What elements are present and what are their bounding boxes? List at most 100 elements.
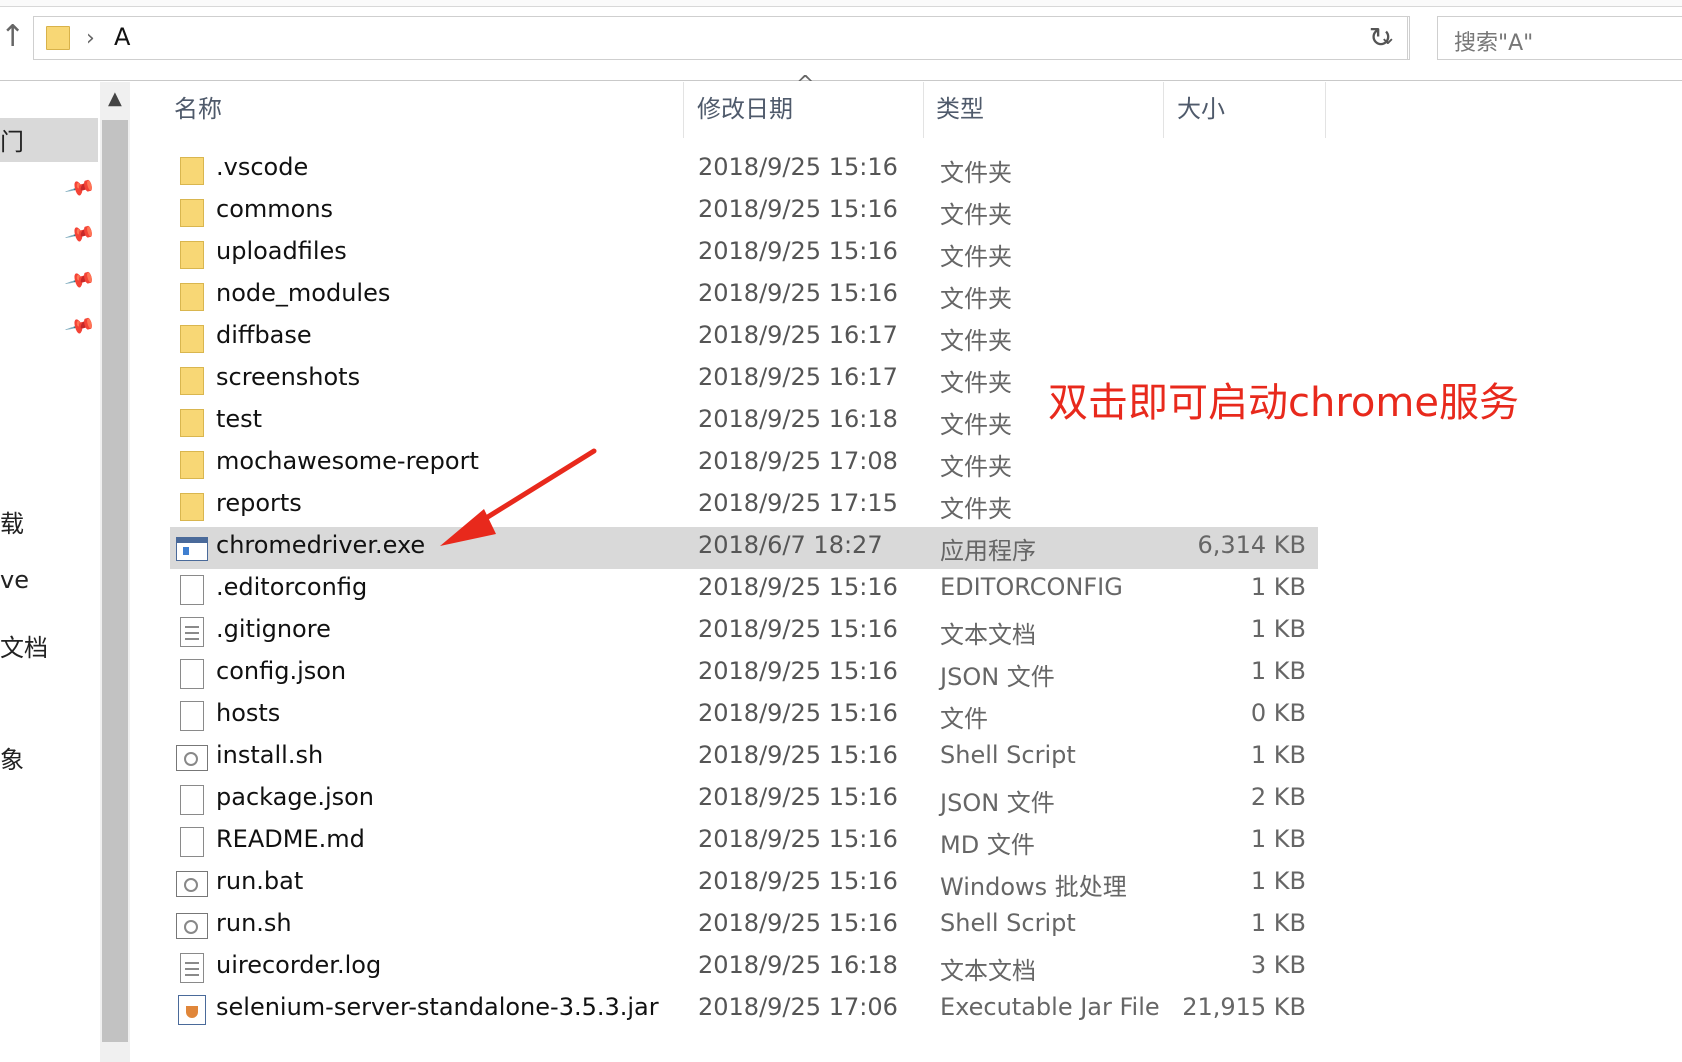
file-type: 文本文档 bbox=[940, 621, 1036, 649]
file-row[interactable]: mochawesome-report 2018/9/25 17:08 文件夹 bbox=[170, 443, 1318, 485]
file-type: 文件 bbox=[940, 705, 988, 733]
file-name: README.md bbox=[216, 825, 365, 853]
file-date: 2018/9/25 15:16 bbox=[698, 195, 898, 223]
up-arrow-icon[interactable]: ↑ bbox=[0, 22, 25, 52]
file-type: JSON 文件 bbox=[940, 789, 1055, 817]
nav-item-label[interactable]: 载 bbox=[0, 504, 24, 539]
file-date: 2018/9/25 15:16 bbox=[698, 657, 898, 685]
file-type: Shell Script bbox=[940, 909, 1076, 937]
file-row[interactable]: hosts 2018/9/25 15:16 文件 0 KB bbox=[170, 695, 1318, 737]
file-name: selenium-server-standalone-3.5.3.jar bbox=[216, 993, 659, 1021]
column-divider[interactable] bbox=[1325, 82, 1326, 138]
file-row[interactable]: .gitignore 2018/9/25 15:16 文本文档 1 KB bbox=[170, 611, 1318, 653]
file-type: Windows 批处理 bbox=[940, 873, 1127, 901]
file-row[interactable]: README.md 2018/9/25 15:16 MD 文件 1 KB bbox=[170, 821, 1318, 863]
file-type: 应用程序 bbox=[940, 537, 1036, 565]
file-type: EDITORCONFIG bbox=[940, 573, 1123, 601]
file-icon bbox=[180, 827, 204, 857]
file-row[interactable]: reports 2018/9/25 17:15 文件夹 bbox=[170, 485, 1318, 527]
nav-item-label[interactable]: ve bbox=[0, 566, 29, 594]
file-type: MD 文件 bbox=[940, 831, 1035, 859]
file-size: 1 KB bbox=[1250, 867, 1306, 895]
file-name: reports bbox=[216, 489, 302, 517]
script-icon bbox=[176, 745, 208, 771]
column-divider[interactable] bbox=[923, 82, 924, 138]
file-row[interactable]: run.sh 2018/9/25 15:16 Shell Script 1 KB bbox=[170, 905, 1318, 947]
breadcrumb-chevron-icon[interactable]: › bbox=[86, 26, 95, 51]
file-date: 2018/6/7 18:27 bbox=[698, 531, 883, 559]
file-row[interactable]: diffbase 2018/9/25 16:17 文件夹 bbox=[170, 317, 1318, 359]
file-name: test bbox=[216, 405, 263, 433]
file-date: 2018/9/25 15:16 bbox=[698, 615, 898, 643]
file-row[interactable]: selenium-server-standalone-3.5.3.jar 2018… bbox=[170, 989, 1318, 1031]
file-type: 文件夹 bbox=[940, 495, 1012, 523]
column-divider[interactable] bbox=[1163, 82, 1164, 138]
column-header-date[interactable]: 修改日期 bbox=[697, 93, 793, 137]
file-name: diffbase bbox=[216, 321, 312, 349]
toolbar-divider bbox=[0, 80, 1682, 81]
file-row[interactable]: uploadfiles 2018/9/25 15:16 文件夹 bbox=[170, 233, 1318, 275]
column-header-size[interactable]: 大小 bbox=[1177, 93, 1225, 137]
annotation-text: 双击即可启动chrome服务 bbox=[1048, 380, 1519, 426]
file-name: chromedriver.exe bbox=[216, 531, 426, 559]
folder-icon bbox=[180, 409, 204, 437]
window-top-edge bbox=[0, 0, 1682, 7]
file-type: 文件夹 bbox=[940, 285, 1012, 313]
file-row[interactable]: run.bat 2018/9/25 15:16 Windows 批处理 1 KB bbox=[170, 863, 1318, 905]
folder-icon bbox=[180, 325, 204, 353]
file-date: 2018/9/25 15:16 bbox=[698, 867, 898, 895]
file-date: 2018/9/25 16:17 bbox=[698, 321, 898, 349]
file-row[interactable]: .vscode 2018/9/25 15:16 文件夹 bbox=[170, 149, 1318, 191]
file-name: config.json bbox=[216, 657, 347, 685]
file-date: 2018/9/25 15:16 bbox=[698, 741, 898, 769]
file-size: 21,915 KB bbox=[1182, 993, 1306, 1021]
file-icon bbox=[180, 575, 204, 605]
file-date: 2018/9/25 15:16 bbox=[698, 279, 898, 307]
file-row[interactable]: .editorconfig 2018/9/25 15:16 EDITORCONFIG… bbox=[170, 569, 1318, 611]
nav-scrollbar[interactable]: ▲ bbox=[100, 82, 130, 1062]
file-date: 2018/9/25 15:16 bbox=[698, 783, 898, 811]
file-row[interactable]: chromedriver.exe 2018/6/7 18:27 应用程序 6,314 … bbox=[170, 527, 1318, 569]
column-header-name[interactable]: 名称 bbox=[174, 93, 222, 137]
file-type: 文件夹 bbox=[940, 243, 1012, 271]
file-size: 1 KB bbox=[1250, 573, 1306, 601]
file-icon bbox=[180, 701, 204, 731]
scrollbar-thumb[interactable] bbox=[102, 120, 128, 1042]
file-date: 2018/9/25 17:15 bbox=[698, 489, 898, 517]
file-name: install.sh bbox=[216, 741, 324, 769]
file-name: hosts bbox=[216, 699, 281, 727]
address-bar[interactable]: › A ⌄ bbox=[33, 16, 1408, 60]
folder-icon bbox=[180, 283, 204, 311]
nav-item-label[interactable]: 文档 bbox=[0, 628, 48, 663]
nav-item-label[interactable]: 象 bbox=[0, 740, 24, 775]
column-divider[interactable] bbox=[683, 82, 684, 138]
file-name: node_modules bbox=[216, 279, 391, 307]
breadcrumb-current-folder[interactable]: A bbox=[114, 23, 130, 51]
column-header-type[interactable]: 类型 bbox=[936, 93, 984, 137]
file-type: 文件夹 bbox=[940, 411, 1012, 439]
file-size: 1 KB bbox=[1250, 657, 1306, 685]
file-date: 2018/9/25 15:16 bbox=[698, 573, 898, 601]
file-row[interactable]: config.json 2018/9/25 15:16 JSON 文件 1 KB bbox=[170, 653, 1318, 695]
search-input[interactable]: 搜索"A" bbox=[1437, 16, 1682, 60]
file-name: .editorconfig bbox=[216, 573, 368, 601]
file-row[interactable]: install.sh 2018/9/25 15:16 Shell Script 1 K… bbox=[170, 737, 1318, 779]
file-size: 1 KB bbox=[1250, 741, 1306, 769]
file-name: .vscode bbox=[216, 153, 309, 181]
file-row[interactable]: package.json 2018/9/25 15:16 JSON 文件 2 KB bbox=[170, 779, 1318, 821]
file-type: 文件夹 bbox=[940, 453, 1012, 481]
file-type: 文件夹 bbox=[940, 369, 1012, 397]
file-name: commons bbox=[216, 195, 334, 223]
folder-icon bbox=[180, 451, 204, 479]
refresh-button[interactable]: ↻ bbox=[1352, 16, 1410, 60]
scroll-up-icon[interactable]: ▲ bbox=[108, 88, 122, 109]
file-row[interactable]: uirecorder.log 2018/9/25 16:18 文本文档 3 KB bbox=[170, 947, 1318, 989]
nav-item-label[interactable]: 门 bbox=[0, 122, 24, 157]
jar-icon bbox=[178, 995, 206, 1025]
file-row[interactable]: commons 2018/9/25 15:16 文件夹 bbox=[170, 191, 1318, 233]
folder-icon bbox=[180, 199, 204, 227]
file-type: Executable Jar File bbox=[940, 993, 1160, 1021]
exe-icon bbox=[176, 537, 208, 561]
file-row[interactable]: node_modules 2018/9/25 15:16 文件夹 bbox=[170, 275, 1318, 317]
folder-icon bbox=[180, 493, 204, 521]
